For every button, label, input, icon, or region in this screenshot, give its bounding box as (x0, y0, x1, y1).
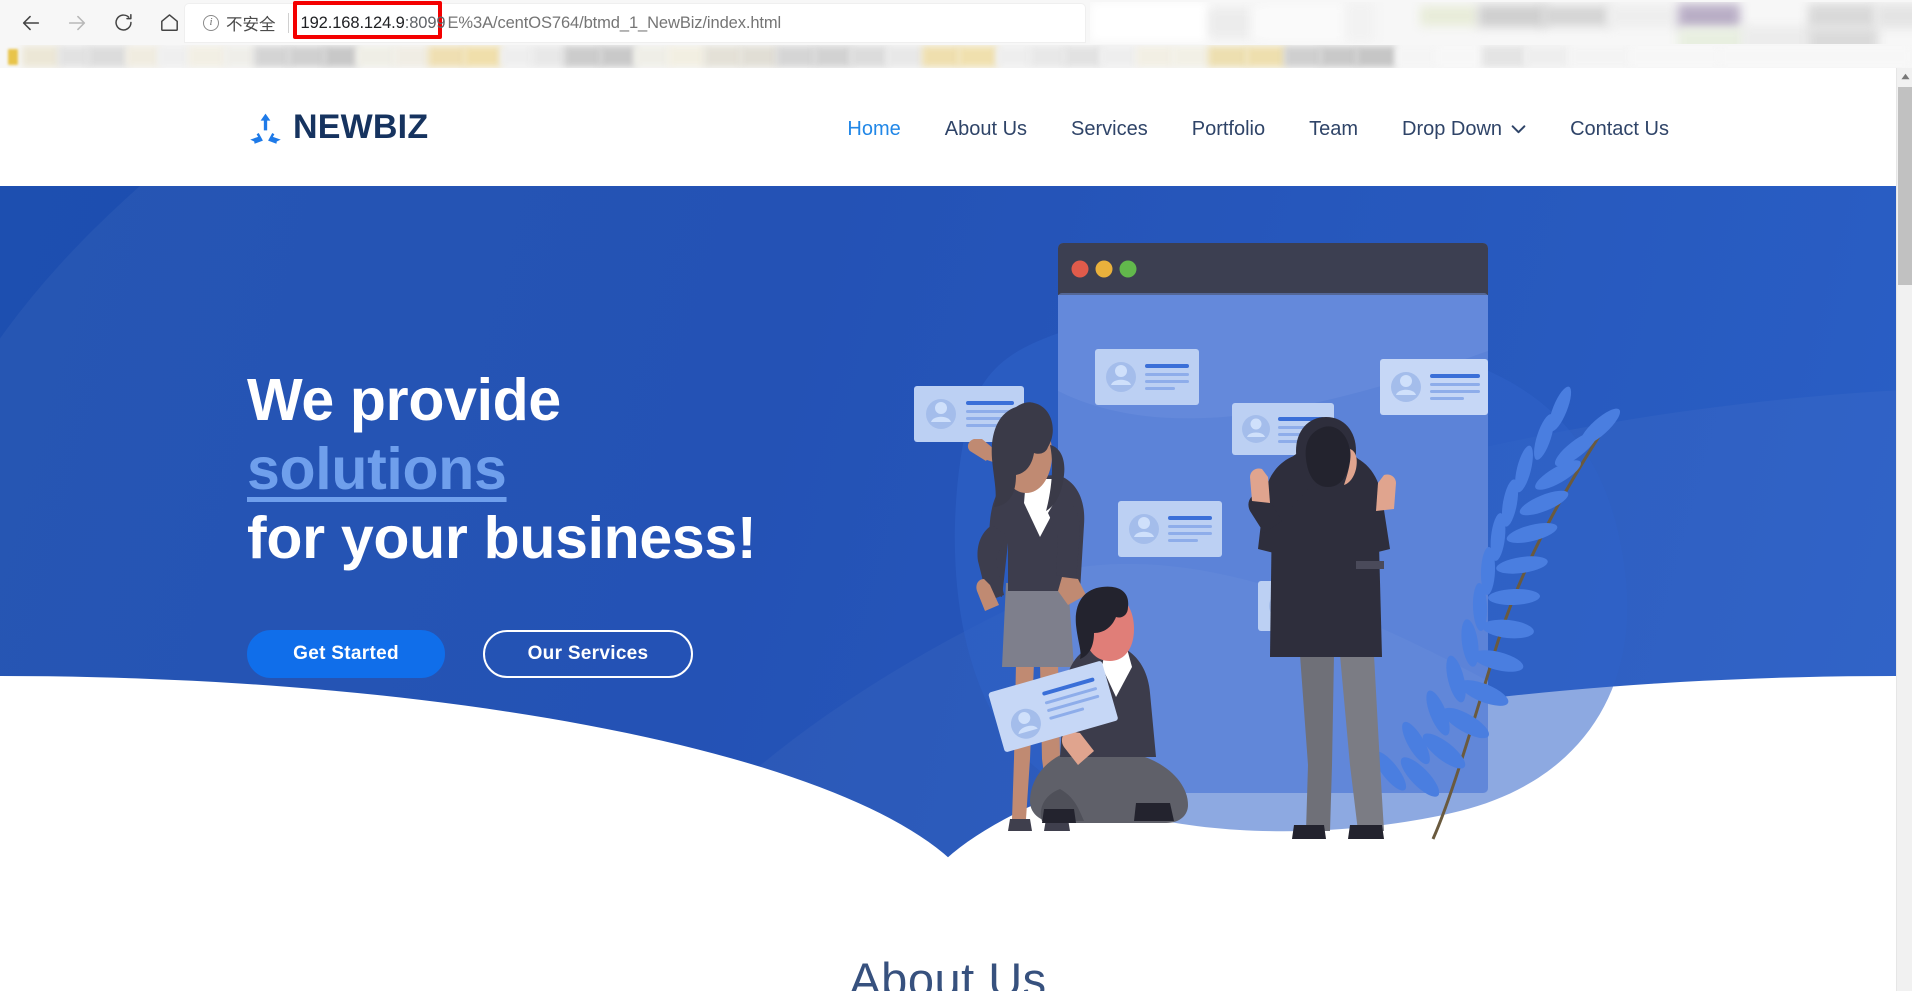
nav-label: Portfolio (1191, 118, 1266, 140)
page-scrollbar[interactable] (1896, 68, 1912, 991)
browser-chrome: i 不安全 192.168.124.9:8099 E%3A/centOS764/… (0, 0, 1912, 68)
omnibox-divider (287, 13, 289, 33)
home-icon (160, 14, 178, 32)
address-bar[interactable]: i 不安全 192.168.124.9:8099 E%3A/centOS764/… (185, 0, 1085, 42)
url-text[interactable]: 192.168.124.9:8099 E%3A/centOS764/btmd_1… (292, 0, 782, 39)
hero-heading-line1: We provide (247, 367, 561, 433)
browser-toolbar: i 不安全 192.168.124.9:8099 E%3A/centOS764/… (0, 0, 1912, 45)
nav-item-drop-down[interactable]: Drop Down (1380, 118, 1548, 141)
nav-label: Services (1071, 118, 1148, 140)
main-navigation: Home About Us Services Portfolio Team Dr… (825, 118, 1691, 141)
url-port: :8099 (404, 13, 446, 32)
scrollbar-thumb[interactable] (1898, 87, 1912, 285)
arrows-logo-icon (250, 113, 281, 144)
url-path: E%3A/centOS764/btmd_1_NewBiz/index.html (447, 13, 782, 32)
security-indicator[interactable]: i 不安全 (203, 11, 276, 35)
nav-label: Contact Us (1570, 118, 1669, 140)
nav-label: Team (1309, 118, 1359, 140)
nav-item-services[interactable]: Services (1049, 118, 1170, 141)
hero-heading-highlight: solutions (247, 436, 507, 503)
reload-button[interactable] (102, 2, 144, 44)
home-button[interactable] (148, 2, 190, 44)
site-logo[interactable]: NEWBIZ (247, 108, 428, 147)
info-circle-icon: i (203, 15, 219, 31)
nav-item-about-us[interactable]: About Us (923, 118, 1049, 141)
hero-heading: We provide solutions for your business! (247, 366, 887, 573)
nav-item-portfolio[interactable]: Portfolio (1170, 118, 1287, 141)
nav-label: Drop Down (1402, 118, 1503, 140)
hero-section: We provide solutions for your business! … (0, 186, 1896, 926)
our-services-button[interactable]: Our Services (483, 630, 693, 679)
nav-item-contact-us[interactable]: Contact Us (1548, 118, 1691, 141)
toolbar-redacted-area (1090, 2, 1912, 44)
nav-label: Home (847, 118, 901, 140)
window-dot-green (1119, 260, 1137, 278)
window-dot-yellow (1095, 260, 1113, 278)
hero-illustration (910, 231, 1650, 871)
get-started-button[interactable]: Get Started (247, 630, 445, 679)
nav-label: About Us (944, 118, 1028, 140)
about-title: About Us (849, 953, 1047, 991)
about-section: About Us (0, 926, 1896, 991)
security-label: 不安全 (226, 16, 276, 34)
page-viewport: NEWBIZ Home About Us Services Portfolio … (0, 68, 1896, 991)
scroll-up-arrow-icon (1900, 73, 1910, 80)
scroll-up-button[interactable] (1897, 68, 1912, 85)
back-button[interactable] (10, 2, 52, 44)
back-arrow-icon (22, 15, 40, 30)
chevron-down-icon (1511, 125, 1526, 134)
site-header: NEWBIZ Home About Us Services Portfolio … (0, 68, 1896, 186)
forward-arrow-icon (68, 15, 86, 30)
logo-text: NEWBIZ (293, 108, 429, 146)
bookmark-item[interactable] (8, 49, 18, 65)
hero-content: We provide solutions for your business! … (247, 366, 887, 679)
forward-button[interactable] (56, 2, 98, 44)
team-collaboration-illustration (914, 243, 1628, 840)
nav-item-home[interactable]: Home (825, 118, 922, 141)
reload-icon (114, 14, 132, 31)
nav-item-team[interactable]: Team (1287, 118, 1380, 141)
hero-button-group: Get Started Our Services (247, 630, 887, 679)
window-dot-red (1071, 260, 1089, 278)
bookmarks-bar[interactable] (0, 45, 1912, 68)
url-host: 192.168.124.9:8099 (300, 13, 446, 32)
hero-heading-line2: for your business! (247, 505, 757, 572)
